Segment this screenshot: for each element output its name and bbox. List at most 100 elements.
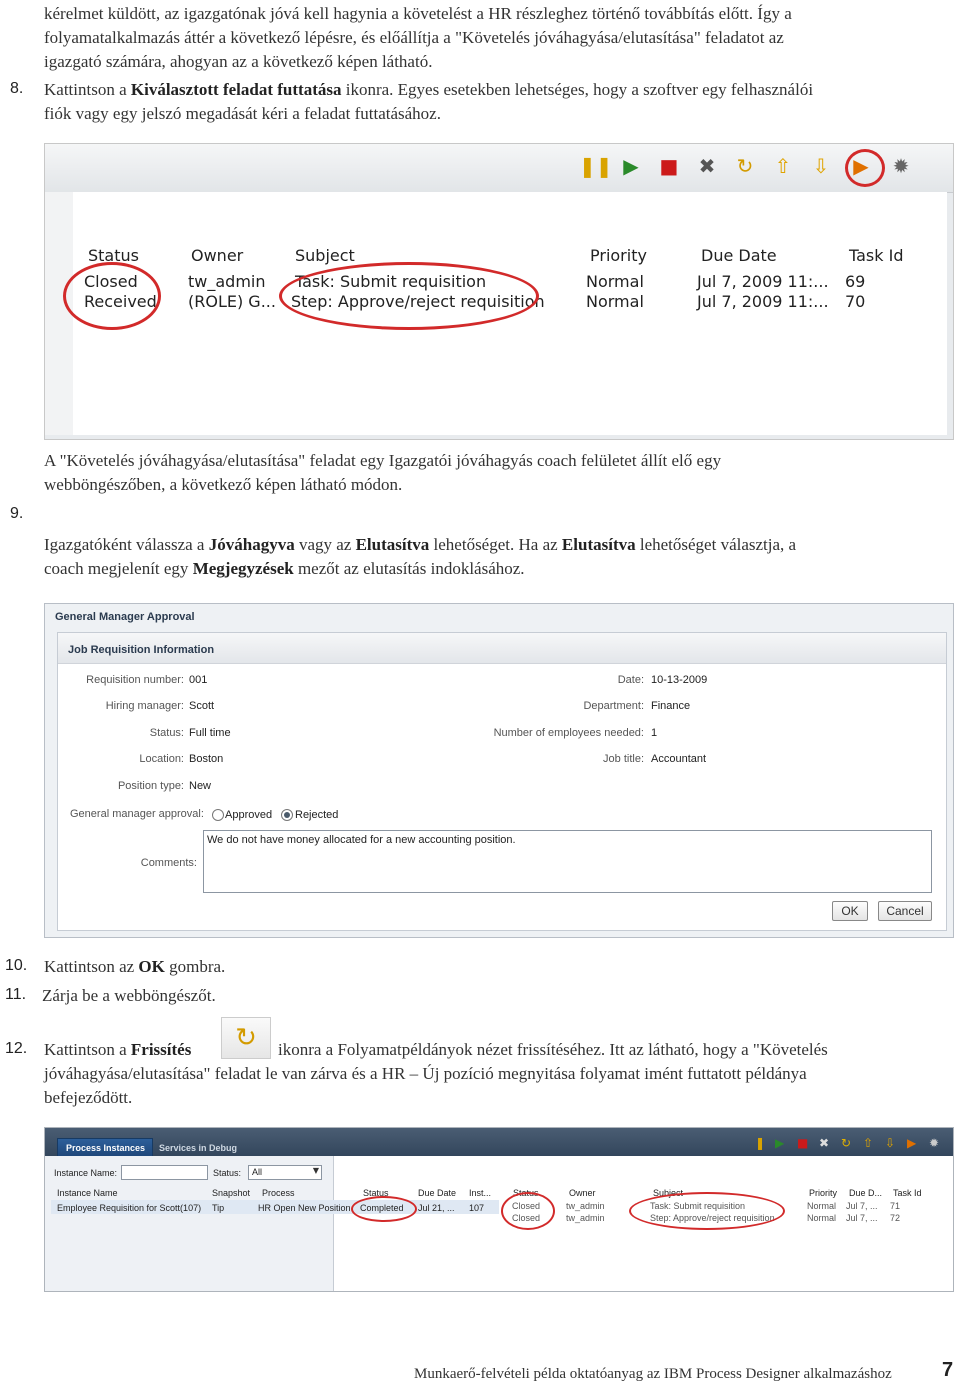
- step-8-text: Kattintson a Kiválasztott feladat futtat…: [44, 78, 813, 126]
- text: Kattintson a: [44, 1040, 127, 1059]
- ok-button[interactable]: OK: [832, 901, 868, 921]
- step-8-rest-1: Egyes esetekben lehetséges, hogy a szoft…: [397, 80, 814, 99]
- comments-textarea[interactable]: We do not have money allocated for a new…: [203, 830, 932, 893]
- radio-approved[interactable]: [212, 809, 224, 821]
- debug-icon[interactable]: ✹: [929, 1136, 939, 1150]
- radio-rejected-label[interactable]: Rejected: [295, 809, 338, 821]
- resume-icon[interactable]: ▶: [775, 1136, 784, 1150]
- col-instance-due-date[interactable]: Due Date: [418, 1188, 456, 1198]
- radio-rejected-dot: [284, 812, 290, 818]
- task-row2-owner[interactable]: tw_admin: [566, 1213, 605, 1223]
- step-10-number: 10.: [5, 957, 28, 974]
- step-12-post: ikonra a Folyamatpéldányok nézet frissít…: [278, 1040, 828, 1059]
- tab-process-instances[interactable]: Process Instances: [57, 1138, 153, 1158]
- col-subject[interactable]: Subject: [295, 246, 355, 265]
- radio-approved-label[interactable]: Approved: [225, 809, 272, 821]
- col-due-date[interactable]: Due Date: [701, 246, 777, 265]
- col-owner[interactable]: Owner: [191, 246, 243, 265]
- resume-icon[interactable]: ▶: [617, 152, 645, 180]
- row2-due-date[interactable]: Jul 7, 2009 11:...: [697, 292, 829, 311]
- label-location: Location:: [139, 753, 184, 765]
- row-process[interactable]: HR Open New Position: [258, 1203, 351, 1213]
- label-status-filter: Status:: [213, 1168, 242, 1178]
- delete-icon[interactable]: ✖: [819, 1136, 829, 1150]
- task-toolbar: ❚❚ ▶ ■ ✖ ↻ ⇧ ⇩ ▶ ✹: [45, 144, 953, 193]
- bold-refresh: Frissítés: [130, 1040, 192, 1059]
- col-task-due-date[interactable]: Due D...: [849, 1188, 882, 1198]
- row2-owner[interactable]: (ROLE) G...: [188, 292, 276, 311]
- text: mezőt az elutasítás indoklásához.: [297, 559, 525, 578]
- move-down-icon[interactable]: ⇩: [885, 1136, 895, 1150]
- subject-highlight: [279, 262, 539, 330]
- refresh-icon[interactable]: ↻: [731, 152, 759, 180]
- stop-icon[interactable]: ■: [797, 1136, 808, 1150]
- col-priority[interactable]: Priority: [590, 246, 647, 265]
- row-instance-due-date[interactable]: Jul 21, ...: [418, 1203, 455, 1213]
- col-instance-id[interactable]: Inst...: [469, 1188, 491, 1198]
- text: lehetőséget. Ha az: [433, 535, 558, 554]
- task-row2-id[interactable]: 72: [890, 1213, 900, 1223]
- label-department: Department:: [583, 700, 644, 712]
- row2-priority[interactable]: Normal: [586, 292, 644, 311]
- footer-text: Munkaerő-felvételi példa oktatóanyag az …: [414, 1366, 892, 1382]
- step-8-number: 8.: [10, 80, 24, 97]
- row-instance-id[interactable]: 107: [469, 1203, 484, 1213]
- col-snapshot[interactable]: Snapshot: [212, 1188, 250, 1198]
- label-approval: General manager approval:: [70, 808, 204, 820]
- task-row1-priority[interactable]: Normal: [807, 1201, 836, 1211]
- row2-task-id[interactable]: 70: [845, 292, 865, 311]
- text: gombra.: [169, 957, 226, 976]
- label-employees-needed: Number of employees needed:: [493, 727, 644, 739]
- value-employees-needed: 1: [651, 727, 658, 739]
- row1-task-id[interactable]: 69: [845, 272, 865, 291]
- col-task-owner[interactable]: Owner: [569, 1188, 596, 1198]
- move-up-icon[interactable]: ⇧: [769, 152, 797, 180]
- tab-services-in-debug[interactable]: Services in Debug: [159, 1143, 237, 1153]
- label-requisition-number: Requisition number:: [86, 674, 184, 686]
- col-process[interactable]: Process: [262, 1188, 295, 1198]
- stop-icon[interactable]: ■: [655, 152, 683, 180]
- status-highlight: [63, 262, 161, 330]
- step-9-paragraph-2: Igazgatóként válassza a Jóváhagyva vagy …: [44, 533, 796, 581]
- task-row2-priority[interactable]: Normal: [807, 1213, 836, 1223]
- pause-icon[interactable]: ❚: [755, 1136, 765, 1150]
- radio-rejected[interactable]: [281, 809, 293, 821]
- approval-coach-screenshot: General Manager Approval Job Requisition…: [44, 603, 954, 938]
- label-status: Status:: [149, 727, 184, 739]
- step-12-number: 12.: [5, 1040, 28, 1057]
- step-8-bold: Kiválasztott feladat futtatása: [130, 80, 342, 99]
- completed-highlight: [351, 1196, 417, 1222]
- bold-rejected: Elutasítva: [561, 535, 636, 554]
- instance-name-input[interactable]: [121, 1165, 208, 1180]
- run-task-icon[interactable]: ▶: [907, 1136, 916, 1150]
- section-title: Job Requisition Information: [68, 644, 215, 656]
- refresh-icon[interactable]: ↻: [841, 1136, 851, 1150]
- move-down-icon[interactable]: ⇩: [807, 152, 835, 180]
- process-instances-screenshot: Process Instances Services in Debug ❚ ▶ …: [44, 1127, 954, 1292]
- row1-owner[interactable]: tw_admin: [188, 272, 266, 291]
- text: lehetőséget választja, a: [639, 535, 797, 554]
- delete-icon[interactable]: ✖: [693, 152, 721, 180]
- step-9-line-2: webböngészőben, a következő képen láthat…: [44, 475, 403, 494]
- task-row1-id[interactable]: 71: [890, 1201, 900, 1211]
- pause-icon[interactable]: ❚❚: [579, 152, 613, 180]
- step-12-line-3: befejeződött.: [44, 1088, 133, 1107]
- step-9-paragraph-1: A "Követelés jóváhagyása/elutasítása" fe…: [44, 449, 721, 497]
- col-task-id[interactable]: Task Id: [893, 1188, 922, 1198]
- col-task-id[interactable]: Task Id: [849, 246, 904, 265]
- col-task-priority[interactable]: Priority: [809, 1188, 837, 1198]
- debug-icon[interactable]: ✹: [887, 152, 915, 180]
- col-instance-name[interactable]: Instance Name: [57, 1188, 118, 1198]
- task-row2-due-date[interactable]: Jul 7, ...: [846, 1213, 878, 1223]
- row-instance-name[interactable]: Employee Requisition for Scott(107): [57, 1203, 201, 1213]
- text: Igazgatóként válassza a: [44, 535, 205, 554]
- move-up-icon[interactable]: ⇧: [863, 1136, 873, 1150]
- row1-priority[interactable]: Normal: [586, 272, 644, 291]
- task-row1-due-date[interactable]: Jul 7, ...: [846, 1201, 878, 1211]
- label-position-type: Position type:: [117, 780, 184, 792]
- row-snapshot[interactable]: Tip: [212, 1203, 224, 1213]
- row1-due-date[interactable]: Jul 7, 2009 11:...: [697, 272, 829, 291]
- cancel-button[interactable]: Cancel: [878, 901, 932, 921]
- status-select[interactable]: All ▼: [248, 1165, 322, 1180]
- task-row1-owner[interactable]: tw_admin: [566, 1201, 605, 1211]
